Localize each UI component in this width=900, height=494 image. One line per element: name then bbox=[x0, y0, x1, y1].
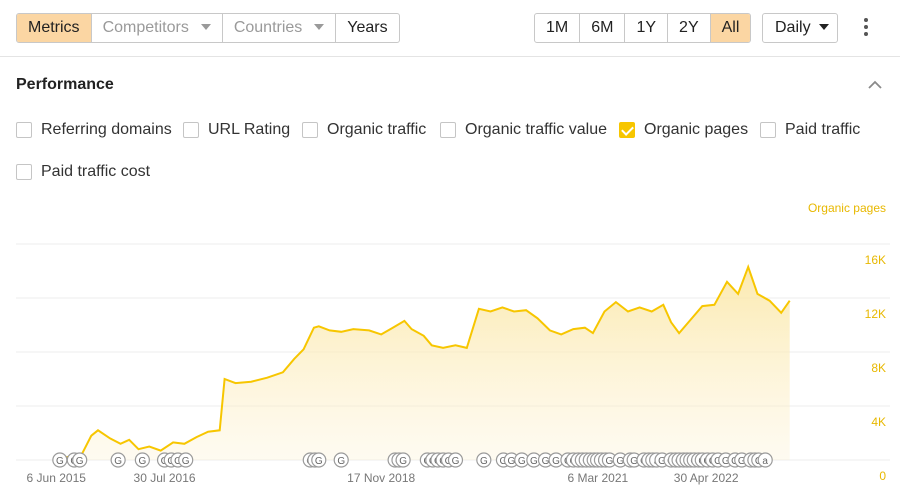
section-title: Performance bbox=[16, 76, 114, 93]
annotation-marker: G bbox=[395, 452, 411, 468]
metric-label: Organic traffic bbox=[327, 121, 427, 138]
annotation-marker: G bbox=[311, 452, 327, 468]
y-tick-label: 8K bbox=[871, 361, 886, 375]
metric-label: Organic traffic value bbox=[465, 121, 607, 138]
checkbox-checked[interactable] bbox=[619, 122, 635, 138]
range-6m-button[interactable]: 6M bbox=[580, 14, 626, 42]
tab-label: Countries bbox=[233, 19, 303, 36]
annotation-label: G bbox=[182, 456, 190, 467]
annotation-label: G bbox=[530, 456, 538, 467]
metric-label: Organic pages bbox=[644, 121, 749, 138]
tab-label: Competitors bbox=[102, 19, 189, 36]
range-1y-button[interactable]: 1Y bbox=[625, 14, 669, 42]
annotation-marker: G bbox=[110, 452, 126, 468]
x-tick-label: 17 Nov 2018 bbox=[347, 471, 415, 485]
metric-paid-traffic-cost[interactable]: Paid traffic cost bbox=[16, 163, 150, 181]
organic-pages-chart: Organic pages 16K12K8K4K0 GGGGGGGGGGGGGG… bbox=[16, 201, 890, 485]
metric-label: Paid traffic cost bbox=[41, 163, 151, 180]
checkbox[interactable] bbox=[16, 164, 32, 180]
metric-label: Referring domains bbox=[41, 121, 172, 138]
checkbox[interactable] bbox=[760, 122, 776, 138]
chevron-up-icon[interactable] bbox=[868, 80, 882, 90]
tab-label: Metrics bbox=[28, 19, 80, 36]
series-area bbox=[54, 266, 790, 460]
annotation-label: G bbox=[315, 456, 323, 467]
annotation-label: G bbox=[606, 456, 614, 467]
y-tick-label: 12K bbox=[865, 307, 886, 321]
annotation-marker: G bbox=[333, 452, 349, 468]
annotation-marker: G bbox=[72, 452, 88, 468]
annotation-marker: G bbox=[134, 452, 150, 468]
annotation-label: G bbox=[138, 456, 146, 467]
metric-label: Paid traffic bbox=[785, 121, 861, 138]
annotation-marker: G bbox=[447, 452, 464, 468]
annotation-label: G bbox=[452, 456, 460, 467]
metric-url-rating[interactable]: URL Rating bbox=[183, 121, 290, 139]
annotation-marker: a bbox=[757, 452, 773, 468]
caret-down-icon bbox=[818, 23, 829, 30]
x-tick-label: 30 Apr 2022 bbox=[674, 471, 739, 485]
range-all-button[interactable]: All bbox=[710, 14, 751, 42]
checkbox[interactable] bbox=[183, 122, 199, 138]
annotation-label: G bbox=[552, 456, 560, 467]
x-tick-label: 30 Jul 2016 bbox=[134, 471, 196, 485]
annotation-label: G bbox=[399, 456, 407, 467]
y-axis-label: Organic pages bbox=[808, 201, 886, 215]
checkbox[interactable] bbox=[440, 122, 456, 138]
tab-years[interactable]: Years bbox=[336, 14, 398, 42]
annotation-label: G bbox=[518, 456, 526, 467]
tab-metrics[interactable]: Metrics bbox=[17, 14, 92, 42]
annotation-label: G bbox=[480, 456, 488, 467]
metric-label: URL Rating bbox=[208, 121, 291, 138]
annotation-label: a bbox=[762, 456, 768, 467]
view-tabs: Metrics Competitors Countries Years bbox=[16, 13, 400, 43]
x-tick-label: 6 Jun 2015 bbox=[27, 471, 87, 485]
tab-countries[interactable]: Countries bbox=[223, 14, 337, 42]
annotation-label: G bbox=[56, 456, 64, 467]
more-options-icon[interactable] bbox=[858, 18, 874, 38]
interval-dropdown[interactable]: Daily bbox=[762, 13, 838, 43]
y-tick-label: 4K bbox=[871, 415, 886, 429]
annotation-marker: G bbox=[178, 452, 194, 468]
tab-competitors[interactable]: Competitors bbox=[92, 14, 223, 42]
x-axis-ticks: 6 Jun 2015 30 Jul 2016 17 Nov 2018 6 Mar 20… bbox=[27, 471, 739, 485]
y-axis-ticks: 16K 12K 8K 4K 0 bbox=[865, 253, 887, 483]
y-tick-label: 0 bbox=[879, 469, 886, 483]
caret-down-icon bbox=[200, 23, 211, 30]
caret-down-icon bbox=[314, 23, 325, 30]
metric-organic-traffic[interactable]: Organic traffic bbox=[302, 121, 426, 139]
range-1m-button[interactable]: 1M bbox=[535, 14, 581, 42]
metric-paid-traffic[interactable]: Paid traffic bbox=[760, 121, 860, 139]
metric-organic-traffic-value[interactable]: Organic traffic value bbox=[440, 121, 607, 139]
annotation-marker: G bbox=[476, 452, 492, 468]
interval-label: Daily bbox=[775, 19, 811, 36]
checkbox[interactable] bbox=[302, 122, 318, 138]
checkbox[interactable] bbox=[16, 122, 32, 138]
x-tick-label: 6 Mar 2021 bbox=[567, 471, 628, 485]
annotation-label: G bbox=[337, 456, 345, 467]
y-tick-label: 16K bbox=[865, 253, 886, 267]
annotation-label: G bbox=[76, 456, 84, 467]
annotation-label: G bbox=[542, 456, 550, 467]
annotation-label: G bbox=[114, 456, 122, 467]
toolbar: Metrics Competitors Countries Years 1M 6… bbox=[0, 0, 900, 57]
metric-referring-domains[interactable]: Referring domains bbox=[16, 121, 172, 139]
range-selector: 1M 6M 1Y 2Y All bbox=[534, 13, 752, 43]
tab-label: Years bbox=[347, 19, 388, 36]
range-2y-button[interactable]: 2Y bbox=[668, 14, 711, 42]
annotation-marker: G bbox=[52, 452, 68, 468]
metric-organic-pages[interactable]: Organic pages bbox=[619, 121, 748, 139]
